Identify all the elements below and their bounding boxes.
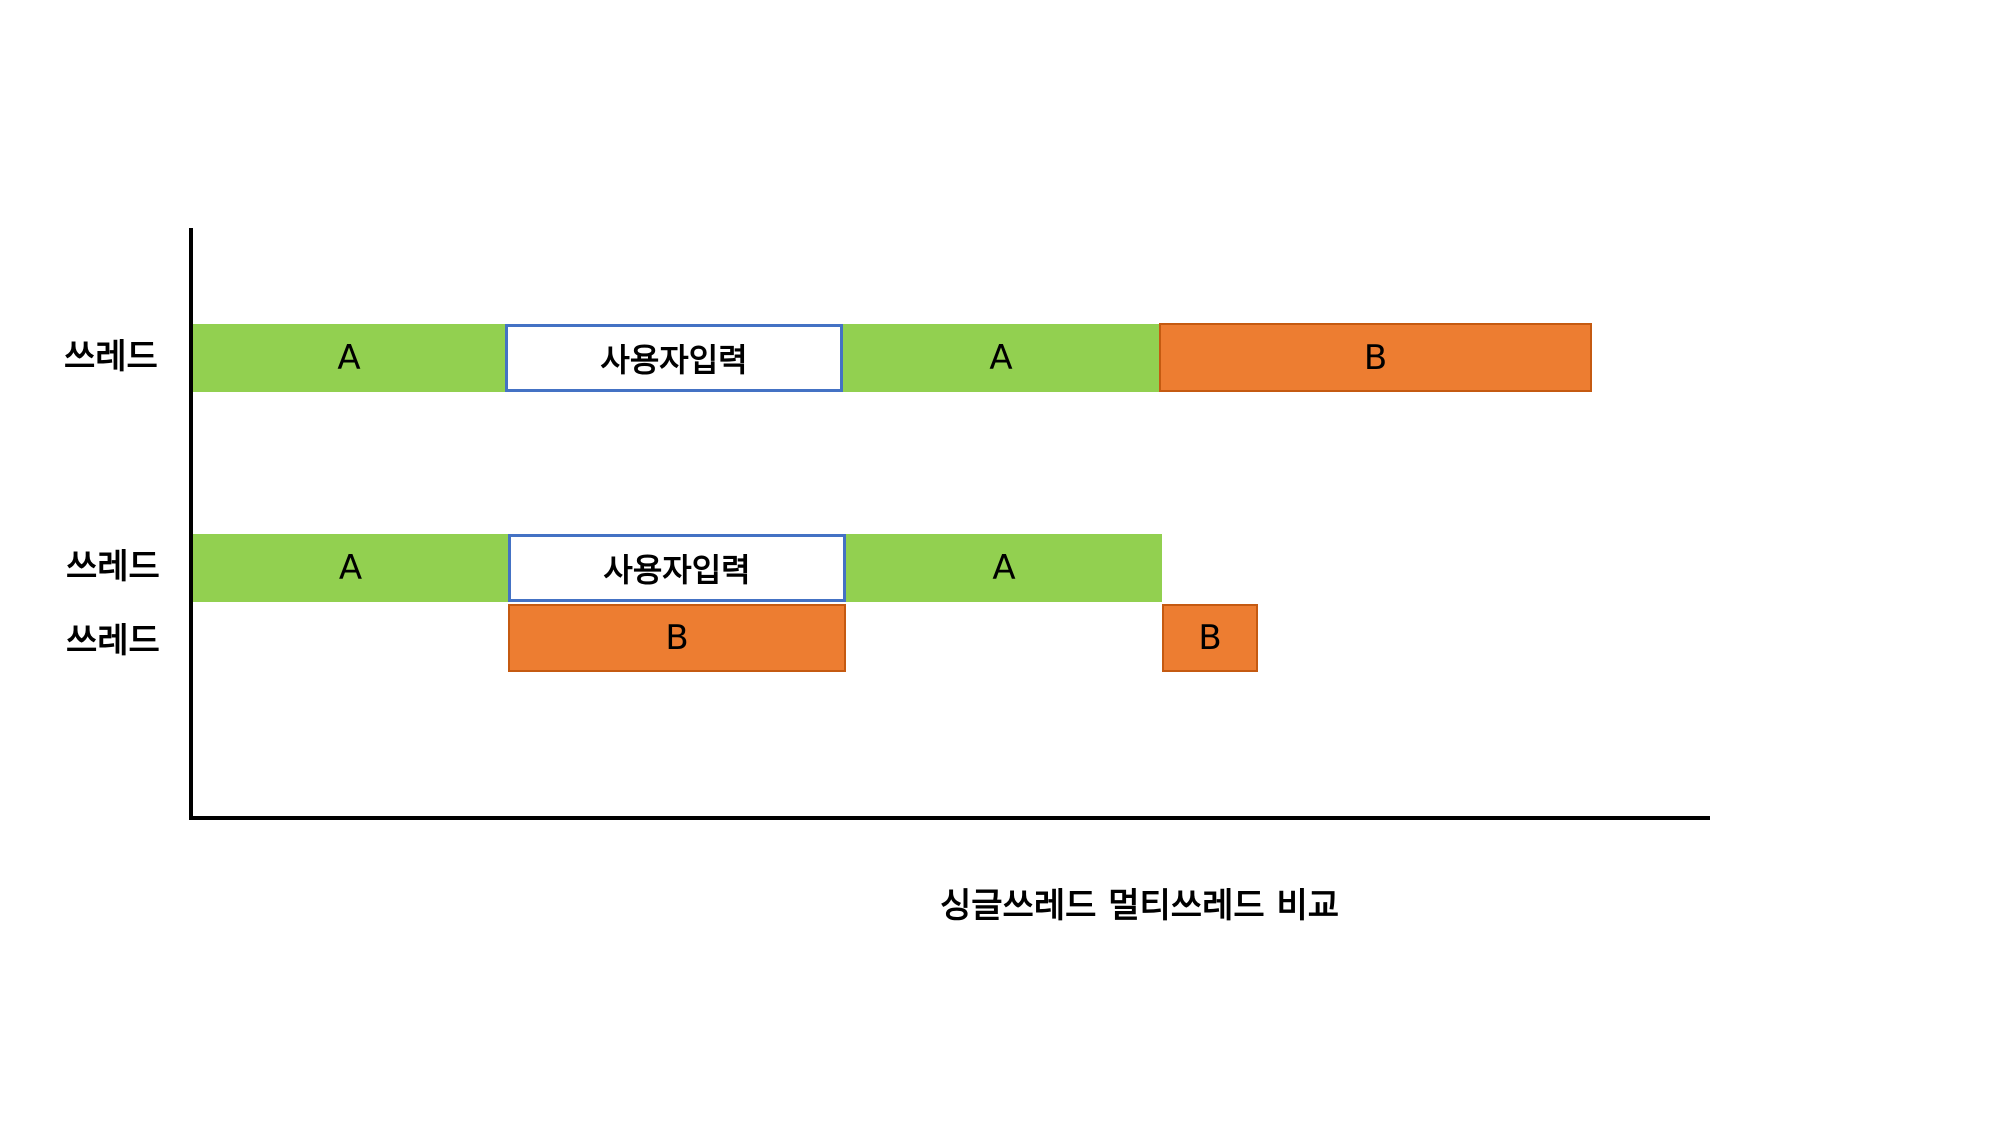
multi-thread-2-task-b-1: B xyxy=(508,604,846,672)
single-thread-task-a-2: A xyxy=(843,324,1159,392)
x-axis-line xyxy=(189,816,1710,820)
single-thread-task-b: B xyxy=(1159,323,1592,392)
multi-thread-2-task-b-2: B xyxy=(1162,604,1258,672)
multi-thread-1-task-a-1: A xyxy=(193,534,508,602)
multi-thread-1-label: 쓰레드 xyxy=(66,547,160,587)
diagram-caption: 싱글쓰레드 멀티쓰레드 비교 xyxy=(940,886,1340,926)
single-thread-user-input: 사용자입력 xyxy=(505,324,843,392)
single-thread-task-a-1: A xyxy=(193,324,505,392)
multi-thread-1-user-input: 사용자입력 xyxy=(508,534,846,602)
y-axis-line xyxy=(189,228,193,820)
multi-thread-1-task-a-2: A xyxy=(846,534,1162,602)
multi-thread-2-label: 쓰레드 xyxy=(66,621,160,661)
single-thread-label: 쓰레드 xyxy=(64,337,158,377)
